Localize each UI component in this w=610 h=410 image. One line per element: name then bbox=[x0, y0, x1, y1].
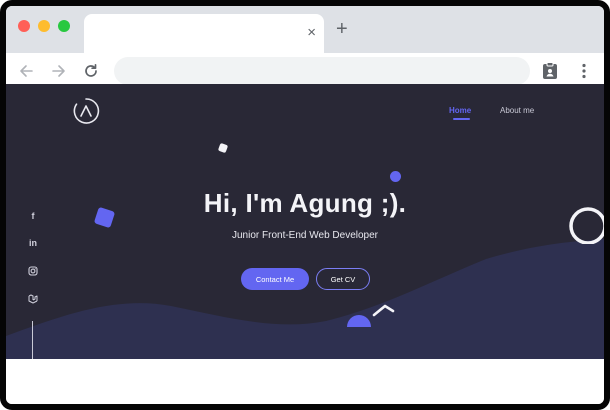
back-button[interactable] bbox=[16, 61, 36, 81]
close-tab-icon[interactable]: × bbox=[307, 25, 316, 40]
arrow-right-icon bbox=[52, 65, 65, 77]
social-divider-line bbox=[32, 321, 33, 359]
contact-me-button[interactable]: Contact Me bbox=[241, 268, 309, 290]
instagram-glyph bbox=[28, 266, 38, 276]
reload-icon bbox=[85, 63, 97, 77]
hero-subtitle: Junior Front-End Web Developer bbox=[232, 230, 378, 241]
below-fold-area bbox=[6, 359, 604, 404]
decor-accent-dot bbox=[390, 171, 401, 182]
page-viewport: Home About me f in Hi, I'm Agung ;). Jun… bbox=[6, 84, 604, 359]
browser-menu-button[interactable] bbox=[574, 61, 594, 81]
nav-link-home[interactable]: Home bbox=[449, 106, 471, 115]
instagram-icon[interactable] bbox=[26, 264, 40, 278]
forward-button[interactable] bbox=[49, 61, 69, 81]
minimize-window-button[interactable] bbox=[38, 20, 50, 32]
browser-tab[interactable]: × bbox=[84, 14, 324, 53]
new-tab-button[interactable]: + bbox=[336, 19, 348, 39]
clipboard-extension-button[interactable] bbox=[540, 61, 560, 81]
get-cv-button[interactable]: Get CV bbox=[316, 268, 370, 290]
laravel-icon[interactable] bbox=[26, 292, 40, 306]
brand-logo[interactable] bbox=[72, 97, 100, 125]
maximize-window-button[interactable] bbox=[58, 20, 70, 32]
address-bar[interactable] bbox=[114, 57, 530, 85]
laravel-glyph bbox=[28, 294, 38, 304]
browser-window: × + Home About me f in Hi, I'm Agung ;).… bbox=[0, 0, 610, 410]
close-window-button[interactable] bbox=[18, 20, 30, 32]
nav-link-about[interactable]: About me bbox=[500, 106, 534, 115]
more-vert-icon bbox=[582, 63, 586, 79]
decor-white-ring bbox=[569, 207, 604, 244]
arrow-left-icon bbox=[20, 65, 33, 77]
decor-semicircle bbox=[347, 304, 395, 327]
reload-button[interactable] bbox=[81, 61, 101, 81]
nav-active-indicator bbox=[453, 118, 470, 120]
tab-bar: × + bbox=[6, 6, 604, 53]
clipboard-icon bbox=[543, 62, 557, 79]
